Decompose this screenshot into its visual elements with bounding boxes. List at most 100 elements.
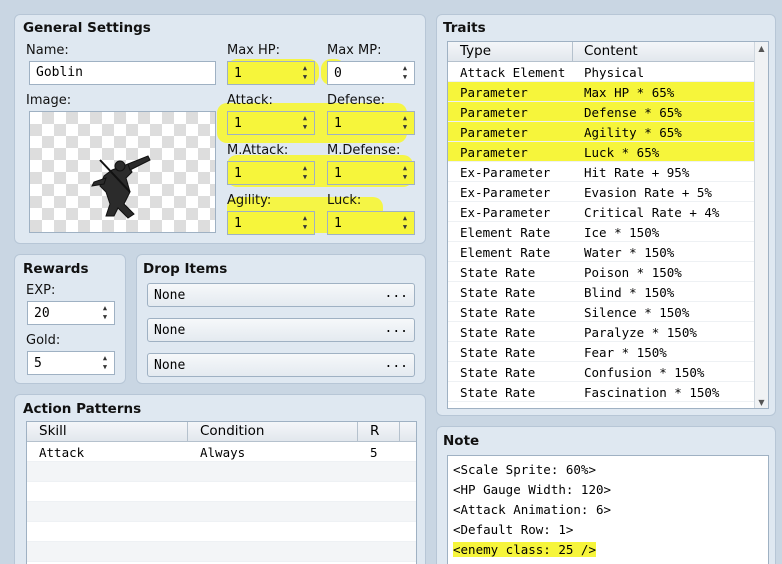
table-row[interactable]: State Rate Fear * 150%	[448, 342, 756, 362]
table-row[interactable]: State Rate Blind * 150%	[448, 282, 756, 302]
up-down-arrow-icon[interactable]: ▲ ▼	[300, 164, 310, 182]
note-line: <Attack Animation: 6>	[453, 502, 612, 517]
trait-content: Ice * 150%	[584, 225, 660, 240]
action-patterns-header: Skill Condition R	[27, 422, 416, 442]
up-down-arrow-icon[interactable]: ▲ ▼	[400, 214, 410, 232]
up-down-arrow-icon[interactable]: ▲ ▼	[100, 304, 110, 322]
up-down-arrow-icon[interactable]: ▲ ▼	[300, 64, 310, 82]
table-row[interactable]	[27, 482, 416, 502]
rewards-panel: Rewards EXP: 20 ▲ ▼ Gold: 5 ▲ ▼	[14, 254, 126, 384]
table-row[interactable]	[27, 542, 416, 562]
table-row[interactable]: State Rate Fascination * 150%	[448, 382, 756, 402]
table-row[interactable]: Ex-Parameter Evasion Rate + 5%	[448, 182, 756, 202]
trait-content: Max HP * 65%	[584, 85, 675, 100]
trait-content: Blind * 150%	[584, 285, 675, 300]
table-row[interactable]: Parameter Agility * 65%	[448, 122, 756, 142]
up-down-arrow-icon[interactable]: ▲ ▼	[400, 64, 410, 82]
enemy-image[interactable]	[29, 111, 216, 233]
up-down-arrow-icon[interactable]: ▲ ▼	[100, 354, 110, 372]
table-row[interactable]: Element Rate Ice * 150%	[448, 222, 756, 242]
attack-value: 1	[234, 116, 242, 131]
table-row[interactable]	[27, 502, 416, 522]
col-type[interactable]: Type	[460, 43, 491, 59]
scroll-down-arrow-icon[interactable]: ▼	[755, 396, 768, 408]
up-down-arrow-icon[interactable]: ▲ ▼	[400, 164, 410, 182]
note-line: <Scale Sprite: 60%>	[453, 462, 596, 477]
note-line: <Default Row: 1>	[453, 522, 574, 537]
table-row[interactable]: Attack Element Physical	[448, 62, 756, 82]
trait-content: Physical	[584, 65, 645, 80]
trait-type: Parameter	[460, 125, 528, 140]
maxhp-stepper[interactable]: 1 ▲ ▼	[227, 61, 315, 85]
col-condition[interactable]: Condition	[200, 423, 264, 439]
trait-content: Fear * 150%	[584, 345, 667, 360]
agility-label: Agility:	[227, 193, 272, 208]
ellipsis-icon[interactable]: ...	[385, 321, 408, 336]
mdef-value: 1	[334, 166, 342, 181]
drop-item-2[interactable]: None ...	[147, 318, 415, 342]
trait-content: Water * 150%	[584, 245, 675, 260]
col-divider	[187, 422, 188, 442]
note-title: Note	[443, 433, 480, 449]
exp-stepper[interactable]: 20 ▲ ▼	[27, 301, 115, 325]
maxmp-stepper[interactable]: 0 ▲ ▼	[327, 61, 415, 85]
table-row[interactable]: State Rate Silence * 150%	[448, 302, 756, 322]
table-row[interactable]: State Rate Paralyze * 150%	[448, 322, 756, 342]
table-row[interactable]: Parameter Luck * 65%	[448, 142, 756, 162]
trait-type: Ex-Parameter	[460, 205, 551, 220]
trait-type: State Rate	[460, 265, 536, 280]
up-down-arrow-icon[interactable]: ▲ ▼	[400, 114, 410, 132]
matk-label: M.Attack:	[227, 143, 289, 158]
col-content[interactable]: Content	[584, 43, 638, 59]
gold-stepper[interactable]: 5 ▲ ▼	[27, 351, 115, 375]
table-row[interactable]: Ex-Parameter Critical Rate + 4%	[448, 202, 756, 222]
matk-stepper[interactable]: 1 ▲ ▼	[227, 161, 315, 185]
col-divider	[357, 422, 358, 442]
scroll-up-arrow-icon[interactable]: ▲	[755, 42, 768, 56]
table-row[interactable]: Ex-Parameter Hit Rate + 95%	[448, 162, 756, 182]
table-row[interactable]	[27, 462, 416, 482]
mdef-label: M.Defense:	[327, 143, 401, 158]
name-input[interactable]: Goblin	[29, 61, 216, 85]
trait-content: Paralyze * 150%	[584, 325, 697, 340]
col-r[interactable]: R	[370, 423, 379, 439]
traits-table[interactable]: Type Content Attack Element Physical Param…	[447, 41, 769, 409]
trait-type: Attack Element	[460, 65, 566, 80]
drop-items-title: Drop Items	[143, 261, 228, 277]
table-row[interactable]: State Rate Poison * 150%	[448, 262, 756, 282]
table-row[interactable]: State Rate Confusion * 150%	[448, 362, 756, 382]
up-down-arrow-icon[interactable]: ▲ ▼	[300, 214, 310, 232]
table-row[interactable]: Element Rate Water * 150%	[448, 242, 756, 262]
trait-type: State Rate	[460, 365, 536, 380]
ellipsis-icon[interactable]: ...	[385, 356, 408, 371]
action-patterns-panel: Action Patterns Skill Condition R Attack…	[14, 394, 426, 564]
trait-type: Parameter	[460, 145, 528, 160]
note-line: <HP Gauge Width: 120>	[453, 482, 612, 497]
rewards-title: Rewards	[23, 261, 89, 277]
traits-scrollbar[interactable]: ▲ ▼	[754, 42, 768, 408]
up-down-arrow-icon[interactable]: ▲ ▼	[300, 114, 310, 132]
agility-stepper[interactable]: 1 ▲ ▼	[227, 211, 315, 235]
table-row[interactable]	[27, 522, 416, 542]
luck-stepper[interactable]: 1 ▲ ▼	[327, 211, 415, 235]
drop-item-2-label: None	[154, 323, 186, 338]
trait-content: Agility * 65%	[584, 125, 682, 140]
col-skill[interactable]: Skill	[39, 423, 67, 439]
attack-stepper[interactable]: 1 ▲ ▼	[227, 111, 315, 135]
table-row[interactable]: Attack Always 5	[27, 442, 416, 462]
drop-item-1[interactable]: None ...	[147, 283, 415, 307]
table-row[interactable]: Parameter Max HP * 65%	[448, 82, 756, 102]
gold-label: Gold:	[26, 333, 61, 348]
trait-content: Defense * 65%	[584, 105, 682, 120]
action-condition: Always	[200, 445, 246, 460]
drop-item-3[interactable]: None ...	[147, 353, 415, 377]
ellipsis-icon[interactable]: ...	[385, 286, 408, 301]
note-line: <enemy class: 25 />	[453, 542, 596, 557]
defense-stepper[interactable]: 1 ▲ ▼	[327, 111, 415, 135]
maxhp-label: Max HP:	[227, 43, 281, 58]
exp-label: EXP:	[26, 283, 56, 298]
table-row[interactable]: Parameter Defense * 65%	[448, 102, 756, 122]
note-textarea[interactable]: <Scale Sprite: 60%> <HP Gauge Width: 120…	[447, 455, 769, 564]
mdef-stepper[interactable]: 1 ▲ ▼	[327, 161, 415, 185]
action-patterns-table[interactable]: Skill Condition R Attack Always 5	[26, 421, 417, 564]
